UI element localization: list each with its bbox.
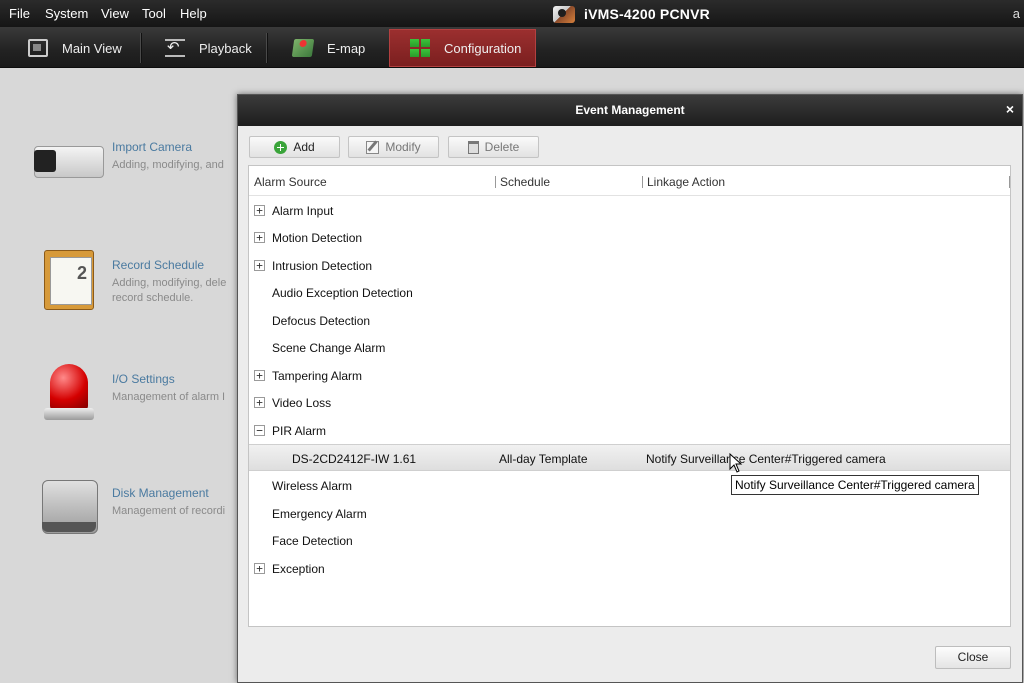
- edit-icon: [366, 140, 380, 154]
- io-settings-item[interactable]: I/O Settings Management of alarm I: [30, 364, 240, 434]
- tree-row-face-detection[interactable]: Face Detection: [249, 527, 1010, 554]
- expand-icon[interactable]: +: [254, 370, 265, 381]
- config-item-title[interactable]: Import Camera: [112, 140, 192, 154]
- row-label: Audio Exception Detection: [272, 286, 413, 300]
- tree-row-alarm-input[interactable]: + Alarm Input: [249, 197, 1010, 224]
- child-schedule: All-day Template: [499, 452, 588, 466]
- tab-label: Playback: [199, 40, 252, 56]
- import-camera-item[interactable]: Import Camera Adding, modifying, and: [30, 132, 240, 202]
- add-button-label: Add: [293, 140, 315, 154]
- column-schedule[interactable]: Schedule: [500, 175, 550, 189]
- tab-label: Main View: [62, 40, 122, 56]
- config-item-desc: Adding, modifying, dele record schedule.: [112, 277, 227, 304]
- row-label: Face Detection: [272, 534, 353, 548]
- expand-icon[interactable]: +: [254, 205, 265, 216]
- add-button[interactable]: Add: [249, 136, 340, 158]
- column-alarm-source[interactable]: Alarm Source: [254, 175, 327, 189]
- menu-tool[interactable]: Tool: [142, 6, 166, 21]
- collapse-icon[interactable]: −: [254, 425, 265, 436]
- close-icon[interactable]: ×: [1006, 95, 1014, 124]
- child-source: DS-2CD2412F-IW 1.61: [292, 452, 417, 466]
- config-item-title[interactable]: I/O Settings: [112, 372, 175, 386]
- row-label: Defocus Detection: [272, 314, 371, 328]
- map-icon: [291, 39, 315, 57]
- playback-icon: [165, 38, 185, 57]
- dialog-title: Event Management: [575, 103, 685, 117]
- menu-file[interactable]: File: [9, 6, 30, 21]
- dialog-titlebar: Event Management ×: [238, 95, 1022, 126]
- table-header: Alarm Source Schedule Linkage Action: [249, 166, 1010, 196]
- event-table: Alarm Source Schedule Linkage Action + A…: [248, 165, 1011, 627]
- child-linkage: Notify Surveillance Center#Triggered cam…: [646, 452, 886, 466]
- config-item-title[interactable]: Record Schedule: [112, 258, 204, 272]
- modify-button[interactable]: Modify: [348, 136, 439, 158]
- tree-row-audio-exception[interactable]: Audio Exception Detection: [249, 279, 1010, 306]
- app-title-text: iVMS-4200 PCNVR: [584, 6, 710, 22]
- column-separator[interactable]: [495, 176, 496, 188]
- column-linkage-action[interactable]: Linkage Action: [647, 175, 725, 189]
- schedule-icon: [30, 248, 104, 314]
- close-button[interactable]: Close: [935, 646, 1011, 669]
- tab-main-view[interactable]: Main View: [0, 29, 140, 67]
- row-label: Video Loss: [272, 396, 332, 410]
- config-item-desc: Management of recordi: [112, 505, 226, 517]
- tree-row-exception[interactable]: + Exception: [249, 555, 1010, 582]
- menu-bar: File System View Tool Help iVMS-4200 PCN…: [0, 0, 1024, 27]
- tab-playback[interactable]: Playback: [140, 29, 265, 67]
- menu-system[interactable]: System: [45, 6, 88, 21]
- disk-management-item[interactable]: Disk Management Management of recordi: [30, 478, 240, 548]
- row-label: Motion Detection: [272, 231, 363, 245]
- user-initial[interactable]: a: [1013, 6, 1020, 21]
- tree-row-intrusion-detection[interactable]: + Intrusion Detection: [249, 252, 1010, 279]
- tree-row-emergency-alarm[interactable]: Emergency Alarm: [249, 500, 1010, 527]
- expand-icon[interactable]: +: [254, 260, 265, 271]
- row-label: Emergency Alarm: [272, 507, 367, 521]
- column-separator[interactable]: [642, 176, 643, 188]
- main-tab-bar: Main View Playback E-map Configuration: [0, 27, 1024, 68]
- grid-icon: [410, 39, 430, 57]
- trash-icon: [467, 140, 479, 154]
- app-title: iVMS-4200 PCNVR: [553, 5, 710, 23]
- row-label: Intrusion Detection: [272, 259, 373, 273]
- tree-row-tampering-alarm[interactable]: + Tampering Alarm: [249, 362, 1010, 389]
- record-schedule-item[interactable]: Record Schedule Adding, modifying, dele …: [30, 248, 240, 318]
- tab-label: Configuration: [444, 40, 522, 56]
- config-item-desc: Management of alarm I: [112, 391, 226, 403]
- camera-icon: [30, 132, 104, 198]
- tab-configuration[interactable]: Configuration: [389, 29, 536, 67]
- add-icon: [274, 140, 288, 154]
- pir-child-row[interactable]: DS-2CD2412F-IW 1.61 All-day Template Not…: [249, 444, 1010, 471]
- row-label: Alarm Input: [272, 204, 334, 218]
- mouse-cursor-icon: [729, 453, 743, 473]
- tree-row-pir-alarm[interactable]: − PIR Alarm: [249, 417, 1010, 444]
- tab-emap[interactable]: E-map: [266, 29, 386, 67]
- alarm-light-icon: [30, 364, 104, 430]
- disk-icon: [30, 478, 104, 544]
- expand-icon[interactable]: +: [254, 397, 265, 408]
- column-separator[interactable]: [1009, 176, 1010, 188]
- linkage-tooltip: Notify Surveillance Center#Triggered cam…: [731, 475, 979, 495]
- modify-button-label: Modify: [385, 140, 421, 154]
- delete-button[interactable]: Delete: [448, 136, 539, 158]
- app-logo-icon: [553, 5, 575, 23]
- tree-row-video-loss[interactable]: + Video Loss: [249, 389, 1010, 416]
- tree-row-motion-detection[interactable]: + Motion Detection: [249, 224, 1010, 251]
- expand-icon[interactable]: +: [254, 563, 265, 574]
- monitor-icon: [28, 39, 48, 57]
- row-label: Wireless Alarm: [272, 479, 353, 493]
- delete-button-label: Delete: [484, 140, 520, 154]
- row-label: Exception: [272, 562, 325, 576]
- row-label: Tampering Alarm: [272, 369, 363, 383]
- expand-icon[interactable]: +: [254, 232, 265, 243]
- row-label: Scene Change Alarm: [272, 341, 386, 355]
- menu-help[interactable]: Help: [180, 6, 207, 21]
- row-label: PIR Alarm: [272, 424, 327, 438]
- tree-row-defocus-detection[interactable]: Defocus Detection: [249, 307, 1010, 334]
- menu-view[interactable]: View: [101, 6, 129, 21]
- tree-row-scene-change[interactable]: Scene Change Alarm: [249, 334, 1010, 361]
- config-item-title[interactable]: Disk Management: [112, 486, 209, 500]
- tab-label: E-map: [327, 40, 366, 56]
- event-management-dialog: Event Management × Add Modify Delete Ala…: [237, 94, 1023, 683]
- config-item-desc: Adding, modifying, and: [112, 159, 224, 171]
